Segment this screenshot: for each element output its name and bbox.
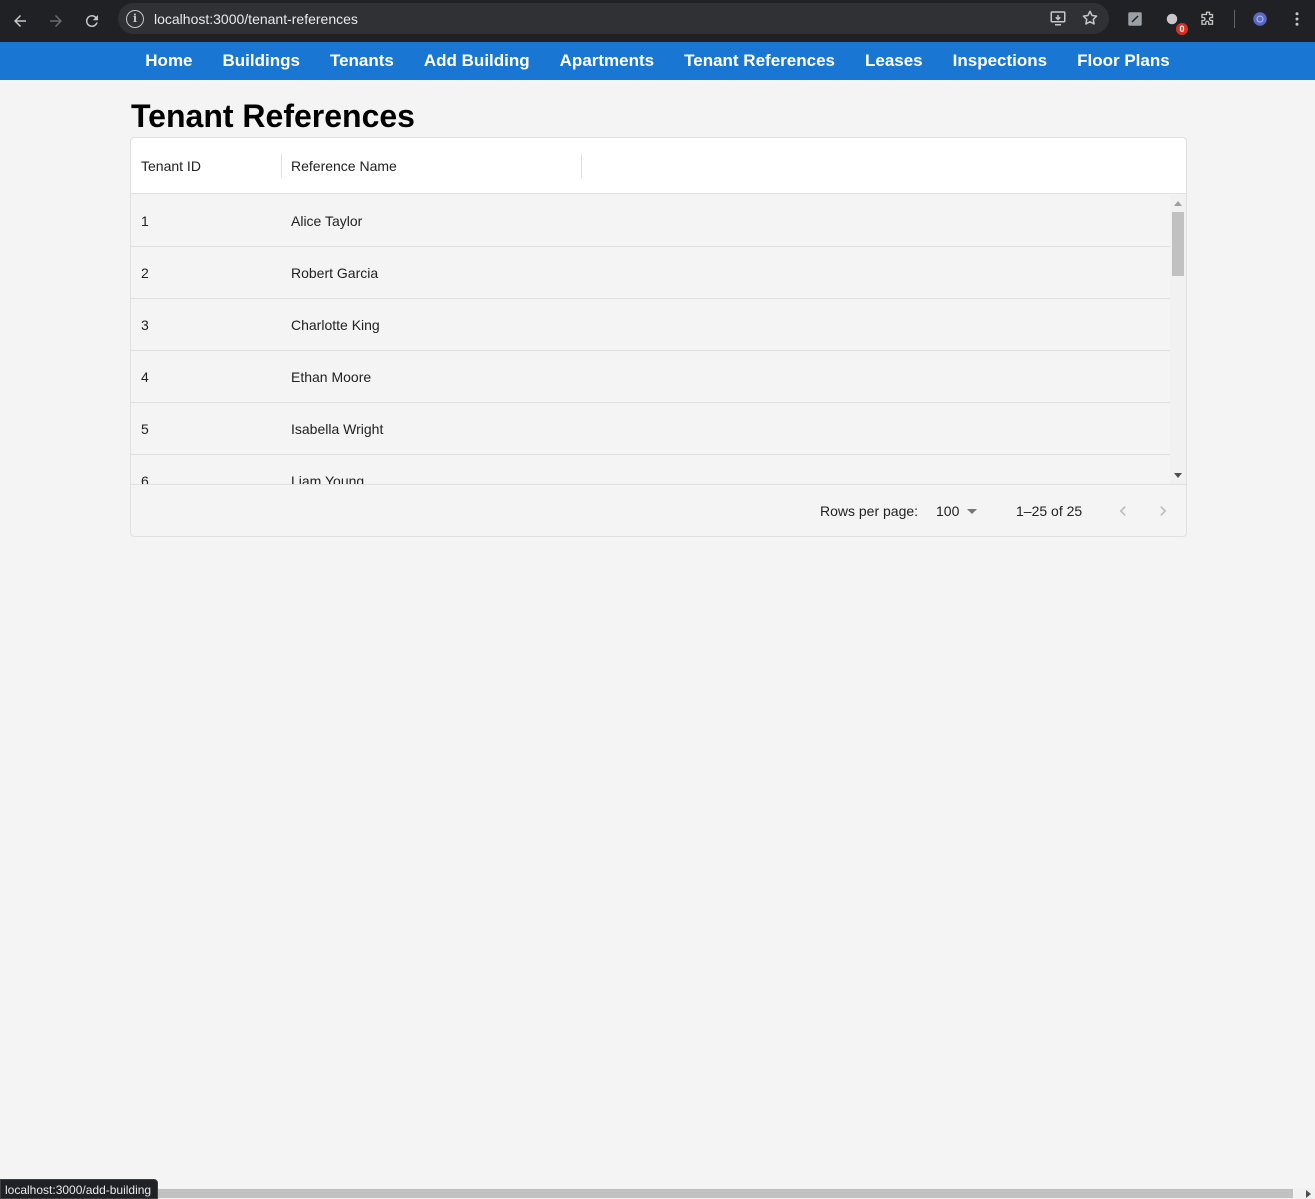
caret-down-icon [967, 508, 978, 514]
scroll-up-arrow-icon[interactable] [1174, 201, 1182, 206]
scroll-down-arrow-icon[interactable] [1174, 473, 1182, 478]
table-row[interactable]: 3 Charlotte King [131, 299, 1170, 351]
nav-tenant-references[interactable]: Tenant References [669, 51, 850, 71]
cell-tenant-id: 2 [141, 265, 149, 281]
url-text: localhost:3000/tenant-references [154, 10, 358, 27]
link-status-bubble: localhost:3000/add-building [0, 1179, 159, 1199]
address-bar[interactable]: i localhost:3000/tenant-references [118, 3, 1109, 34]
nav-leases[interactable]: Leases [850, 51, 938, 71]
table-row[interactable]: 1 Alice Taylor [131, 195, 1170, 247]
cell-reference-name: Isabella Wright [291, 421, 384, 437]
cell-reference-name: Alice Taylor [291, 213, 363, 229]
app-navbar: Home Buildings Tenants Add Building Apar… [0, 42, 1315, 80]
cell-tenant-id: 1 [141, 213, 149, 229]
nav-add-building[interactable]: Add Building [409, 51, 545, 71]
cell-tenant-id: 3 [141, 317, 149, 333]
reload-icon [85, 15, 98, 28]
site-info-icon[interactable]: i [126, 9, 144, 28]
extension-badge-icon[interactable]: 0 [1162, 9, 1188, 35]
chevron-left-icon [1119, 506, 1126, 516]
previous-page-button[interactable] [1113, 485, 1133, 537]
pagination-range: 1–25 of 25 [1016, 503, 1083, 519]
grid-vertical-scrollbar[interactable] [1170, 195, 1186, 484]
profile-button[interactable] [1250, 9, 1270, 29]
cell-reference-name: Liam Young [291, 473, 365, 484]
browser-toolbar: i localhost:3000/tenant-references 0 [0, 0, 1315, 42]
extensions-menu-button[interactable] [1198, 9, 1218, 29]
arrow-right-icon [50, 15, 62, 27]
rows-per-page-label: Rows per page: [820, 503, 919, 519]
cell-reference-name: Charlotte King [291, 317, 380, 333]
chevron-right-icon [1160, 506, 1167, 516]
nav-home[interactable]: Home [130, 51, 207, 71]
table-row[interactable]: 5 Isabella Wright [131, 403, 1170, 455]
forward-button[interactable] [38, 3, 74, 39]
grid-body[interactable]: 1 Alice Taylor 2 Robert Garcia 3 Charlot… [131, 195, 1186, 484]
cell-tenant-id: 6 [141, 473, 149, 484]
profile-avatar-icon [1253, 12, 1267, 26]
next-page-button[interactable] [1153, 485, 1173, 537]
rows-per-page-select[interactable]: 100 [936, 485, 978, 537]
back-button[interactable] [2, 3, 38, 39]
cell-reference-name: Ethan Moore [291, 369, 372, 385]
extension-icon[interactable] [1125, 9, 1145, 29]
horizontal-scroll-thumb[interactable] [0, 1189, 1293, 1198]
scroll-thumb[interactable] [1172, 212, 1184, 276]
scroll-right-arrow-icon[interactable] [1306, 1190, 1311, 1198]
pagination-footer: Rows per page: 100 1–25 of 25 [131, 484, 1186, 536]
kebab-menu-icon [1295, 12, 1299, 26]
page-title: Tenant References [131, 98, 415, 134]
rows-per-page-value: 100 [936, 503, 960, 519]
puzzle-icon [1201, 11, 1214, 25]
tenant-references-grid: Tenant ID Reference Name 1 Alice Taylor … [130, 137, 1187, 537]
toolbar-divider [1234, 10, 1235, 28]
cell-reference-name: Robert Garcia [291, 265, 379, 281]
page-horizontal-scrollbar[interactable] [0, 1188, 1315, 1199]
extension-badge: 0 [1176, 23, 1188, 35]
browser-menu-button[interactable] [1287, 9, 1307, 29]
grid-header: Tenant ID Reference Name [131, 138, 1186, 194]
table-row[interactable]: 6 Liam Young [131, 455, 1170, 484]
install-app-icon[interactable] [1049, 9, 1067, 27]
column-separator[interactable] [281, 154, 282, 178]
nav-buildings[interactable]: Buildings [208, 51, 315, 71]
cell-tenant-id: 5 [141, 421, 149, 437]
nav-apartments[interactable]: Apartments [545, 51, 669, 71]
cell-tenant-id: 4 [141, 369, 149, 385]
extension-square-icon [1128, 12, 1142, 26]
table-row[interactable]: 2 Robert Garcia [131, 247, 1170, 299]
reload-button[interactable] [74, 3, 110, 39]
column-header-tenant-id[interactable]: Tenant ID [141, 138, 201, 194]
bookmark-star-icon[interactable] [1081, 9, 1099, 27]
nav-inspections[interactable]: Inspections [938, 51, 1062, 71]
table-row[interactable]: 4 Ethan Moore [131, 351, 1170, 403]
nav-floor-plans[interactable]: Floor Plans [1062, 51, 1185, 71]
column-separator[interactable] [581, 154, 582, 178]
column-header-reference-name[interactable]: Reference Name [291, 138, 397, 194]
nav-tenants[interactable]: Tenants [315, 51, 409, 71]
arrow-left-icon [14, 15, 26, 27]
